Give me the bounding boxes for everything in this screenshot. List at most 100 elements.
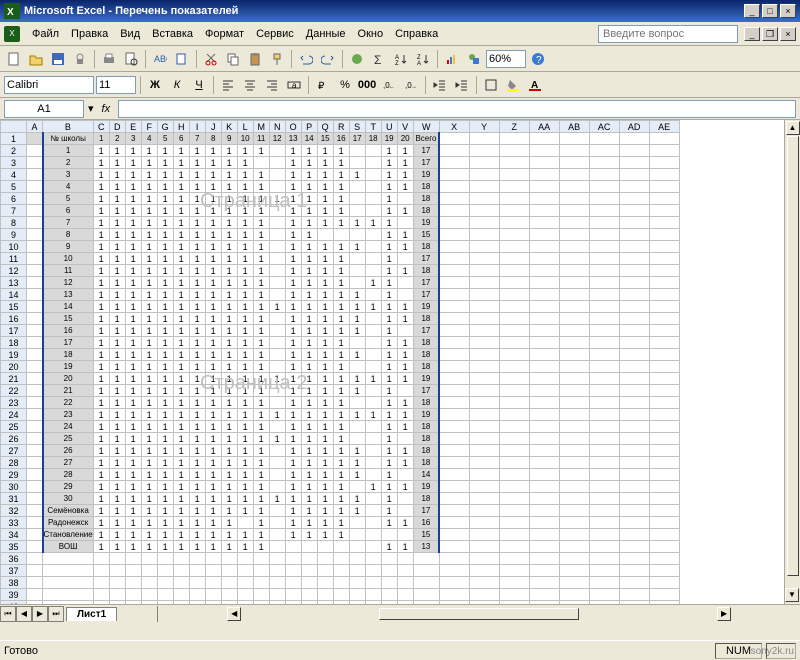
cell[interactable]	[27, 325, 43, 337]
cell[interactable]	[381, 529, 397, 541]
cell[interactable]	[619, 505, 649, 517]
cell[interactable]: 9	[221, 133, 237, 145]
cell[interactable]: 1	[317, 277, 333, 289]
cell[interactable]: 1	[285, 289, 301, 301]
cell[interactable]: 1	[269, 433, 285, 445]
cell[interactable]: 1	[109, 277, 125, 289]
cell[interactable]	[619, 169, 649, 181]
cell[interactable]: 1	[397, 397, 413, 409]
cell[interactable]: 1	[317, 193, 333, 205]
cell[interactable]: 30	[43, 493, 94, 505]
cell[interactable]	[469, 481, 499, 493]
cell[interactable]: 1	[253, 421, 269, 433]
cell[interactable]: 1	[157, 169, 173, 181]
cell[interactable]: 1	[381, 265, 397, 277]
cell[interactable]: 13	[413, 541, 439, 553]
cell[interactable]: 1	[93, 445, 109, 457]
cell[interactable]: 1	[253, 229, 269, 241]
cell[interactable]: 10	[237, 133, 253, 145]
cell[interactable]	[469, 421, 499, 433]
cell[interactable]: 1	[333, 505, 349, 517]
row-header[interactable]: 23	[1, 397, 27, 409]
cell[interactable]	[649, 457, 679, 469]
cell[interactable]	[333, 577, 349, 589]
cell[interactable]: 1	[237, 265, 253, 277]
cell[interactable]: 1	[397, 541, 413, 553]
font-select[interactable]	[4, 76, 94, 94]
cell[interactable]: 1	[109, 349, 125, 361]
cell[interactable]: 27	[43, 457, 94, 469]
cell[interactable]: 1	[381, 313, 397, 325]
cell[interactable]	[619, 157, 649, 169]
cell[interactable]: 1	[157, 433, 173, 445]
cell[interactable]: 1	[93, 277, 109, 289]
cell[interactable]	[469, 157, 499, 169]
cell[interactable]: 1	[125, 337, 141, 349]
cell[interactable]: 1	[365, 409, 381, 421]
cell[interactable]	[439, 301, 469, 313]
cell[interactable]: 17	[413, 145, 439, 157]
cell[interactable]: 1	[109, 145, 125, 157]
cell[interactable]	[365, 349, 381, 361]
cell[interactable]	[349, 337, 365, 349]
cell[interactable]	[439, 445, 469, 457]
cell[interactable]: 1	[237, 325, 253, 337]
cell[interactable]	[27, 361, 43, 373]
cell[interactable]	[619, 301, 649, 313]
cell[interactable]	[529, 601, 559, 605]
cell[interactable]: 1	[157, 505, 173, 517]
cell[interactable]	[529, 541, 559, 553]
cell[interactable]	[157, 577, 173, 589]
cell[interactable]: 1	[173, 289, 189, 301]
col-header[interactable]: Q	[317, 121, 333, 133]
cell[interactable]	[365, 229, 381, 241]
cell[interactable]	[301, 553, 317, 565]
cell[interactable]: 1	[381, 349, 397, 361]
col-header[interactable]: I	[189, 121, 205, 133]
cell[interactable]: 1	[301, 229, 317, 241]
cell[interactable]: 1	[125, 241, 141, 253]
cell[interactable]: 1	[381, 253, 397, 265]
cell[interactable]	[27, 145, 43, 157]
cell[interactable]: 19	[43, 361, 94, 373]
cell[interactable]: 1	[285, 361, 301, 373]
cell[interactable]	[529, 337, 559, 349]
cell[interactable]	[439, 493, 469, 505]
cell[interactable]: 19	[413, 217, 439, 229]
cell[interactable]	[141, 589, 157, 601]
col-header[interactable]: H	[173, 121, 189, 133]
cell[interactable]	[619, 289, 649, 301]
cell[interactable]: 1	[189, 157, 205, 169]
sort-asc-button[interactable]: AZ	[391, 49, 411, 69]
merge-center-button[interactable]: a	[284, 75, 304, 95]
cell[interactable]: 2	[43, 157, 94, 169]
cell[interactable]	[269, 253, 285, 265]
cell[interactable]: 1	[205, 157, 221, 169]
cell[interactable]: 1	[173, 385, 189, 397]
cell[interactable]	[205, 553, 221, 565]
cell[interactable]: 1	[221, 421, 237, 433]
cell[interactable]: 1	[381, 421, 397, 433]
cell[interactable]: 1	[141, 301, 157, 313]
cell[interactable]	[469, 241, 499, 253]
cell[interactable]	[221, 577, 237, 589]
cell[interactable]	[559, 589, 589, 601]
cell[interactable]: 6	[173, 133, 189, 145]
cell[interactable]: 1	[333, 373, 349, 385]
cell[interactable]: 1	[381, 289, 397, 301]
cell[interactable]	[499, 541, 529, 553]
undo-button[interactable]	[296, 49, 316, 69]
cell[interactable]	[439, 277, 469, 289]
cell[interactable]	[529, 325, 559, 337]
app-menu-icon[interactable]: X	[4, 26, 20, 42]
cell[interactable]: 19	[413, 169, 439, 181]
cell[interactable]	[589, 325, 619, 337]
cell[interactable]	[469, 541, 499, 553]
cell[interactable]: 1	[285, 493, 301, 505]
cell[interactable]: 1	[173, 205, 189, 217]
cell[interactable]: 1	[333, 181, 349, 193]
cell[interactable]	[439, 145, 469, 157]
cell[interactable]: 1	[301, 157, 317, 169]
cell[interactable]	[499, 373, 529, 385]
cell[interactable]: 1	[253, 493, 269, 505]
